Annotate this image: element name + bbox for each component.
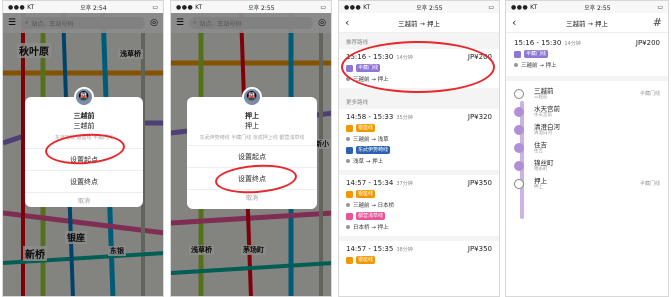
status-bar: ●●● KT 오후 2:55 ▭ [339,1,499,13]
carrier: KT [530,3,538,11]
line-icon [346,124,353,132]
set-start-button[interactable]: 设置起点 [187,145,317,167]
highlight-circle [341,41,495,93]
stop-list: 三越前 三越前 半藏门线 水天宫前 水天宫前 清澄白河 清澄白河 住吉 住吉 锦丝町 锦糸町… [506,81,668,219]
line-tag: 银座线 [356,256,376,264]
battery-icon: ▭ [488,3,494,11]
line-icon [514,50,521,58]
start-marker-icon [514,89,524,99]
line-tag: 银座线 [356,124,376,132]
nav-bar: ‹ 三越前 → 押上 [339,13,499,33]
train-icon: 🚇 [74,87,94,107]
line-tag: 银座线 [356,190,376,198]
carrier: KT [27,3,35,11]
route-card[interactable]: 14:57 - 15:34 37分钟 JP¥350 银座线 三越前 → 日本桥 都营… [339,175,499,241]
clock: 오후 2:55 [584,4,611,12]
clock: 오후 2:55 [248,4,275,12]
station-name-jp: 押上 [245,122,259,130]
back-icon[interactable]: ‹ [512,16,526,29]
page-title: 三越前 → 押上 [565,19,609,28]
cancel-button[interactable]: 取消 [25,192,143,210]
line-icon [346,146,353,154]
stop-item[interactable]: 三越前 三越前 半藏门线 [514,87,660,105]
line-icon [346,212,353,220]
battery-icon: ▭ [657,3,663,11]
signal-icon: ●●● [8,3,26,11]
line-tag: 东武伊势崎线 [356,146,391,154]
fare: JP¥350 [467,179,492,187]
signal-icon: ●●● [176,3,194,11]
status-bar: ●●● KT 오후 2:54 ▭ [3,1,163,13]
end-marker-icon [514,179,524,189]
line-icon [346,190,353,198]
fare: JP¥200 [635,39,660,47]
line-tag: 半藏门线 [524,50,549,58]
station-name-jp: 三越前 [73,122,95,130]
clock: 오후 2:55 [416,4,443,12]
fare: JP¥320 [467,113,492,121]
line-tag: 都营浅草线 [356,212,386,220]
carrier: KT [363,3,371,11]
screen-route-list: ●●● KT 오후 2:55 ▭ ‹ 三越前 → 押上 推荐路线 15:16 -… [338,0,500,297]
page-title: 三越前 → 押上 [397,19,441,28]
hash-icon[interactable]: # [653,16,662,29]
screen-route-detail: ●●● KT 오후 2:55 ▭ ‹ 三越前 → 押上 # 15:16 - 15… [505,0,669,297]
back-icon[interactable]: ‹ [345,16,359,29]
stop-marker-icon [514,161,524,171]
stop-item[interactable]: 住吉 住吉 [514,141,660,159]
stop-marker-icon [514,125,524,135]
nav-bar: ‹ 三越前 → 押上 # [506,13,668,33]
line-icon [346,256,353,264]
station-lines: 东武伊势崎线 半藏门线 京成押上线 都营浅草线 [199,135,305,141]
screen-map-end: ●●● KT 오후 2:55 ▭ ☰ ⌕ 站点、车站号码 ◎ 浅草桥 茅场町 新小… [170,0,332,297]
battery-icon: ▭ [320,3,326,11]
more-section-label: 更多路线 [339,93,499,109]
signal-icon: ●●● [344,3,362,11]
carrier: KT [195,3,203,11]
route-card[interactable]: 14:58 - 15:33 35分钟 JP¥320 银座线 三越前 → 浅草 东武伊… [339,109,499,175]
stop-marker-icon [514,107,524,117]
stop-item[interactable]: 清澄白河 清澄白河 [514,123,660,141]
train-icon: 🚇 [242,87,262,107]
fare: JP¥350 [467,245,492,253]
stop-marker-icon [514,143,524,153]
stop-item[interactable]: 水天宫前 水天宫前 [514,105,660,123]
screen-map-start: ●●● KT 오후 2:54 ▭ ☰ ⌕ 站点、车站号码 ◎ 秋叶原 浅草桥 新桥… [2,0,164,297]
route-card[interactable]: 14:57 - 15:35 38分钟 JP¥350 银座线 [339,241,499,269]
station-name: 三越前 [73,112,95,120]
status-bar: ●●● KT 오후 2:55 ▭ [171,1,331,13]
route-summary: 15:16 - 15:30 14分钟 JP¥200 半藏门线 三越前 → 押上 [506,33,668,81]
set-end-button[interactable]: 设置终点 [25,170,143,192]
station-name: 押上 [245,112,259,120]
clock: 오후 2:54 [80,4,107,12]
signal-icon: ●●● [511,3,529,11]
stop-item[interactable]: 锦丝町 锦糸町 [514,159,660,177]
status-bar: ●●● KT 오후 2:55 ▭ [506,1,668,13]
battery-icon: ▭ [152,3,158,11]
stop-item[interactable]: 押上 押上 半藏门线 [514,177,660,195]
